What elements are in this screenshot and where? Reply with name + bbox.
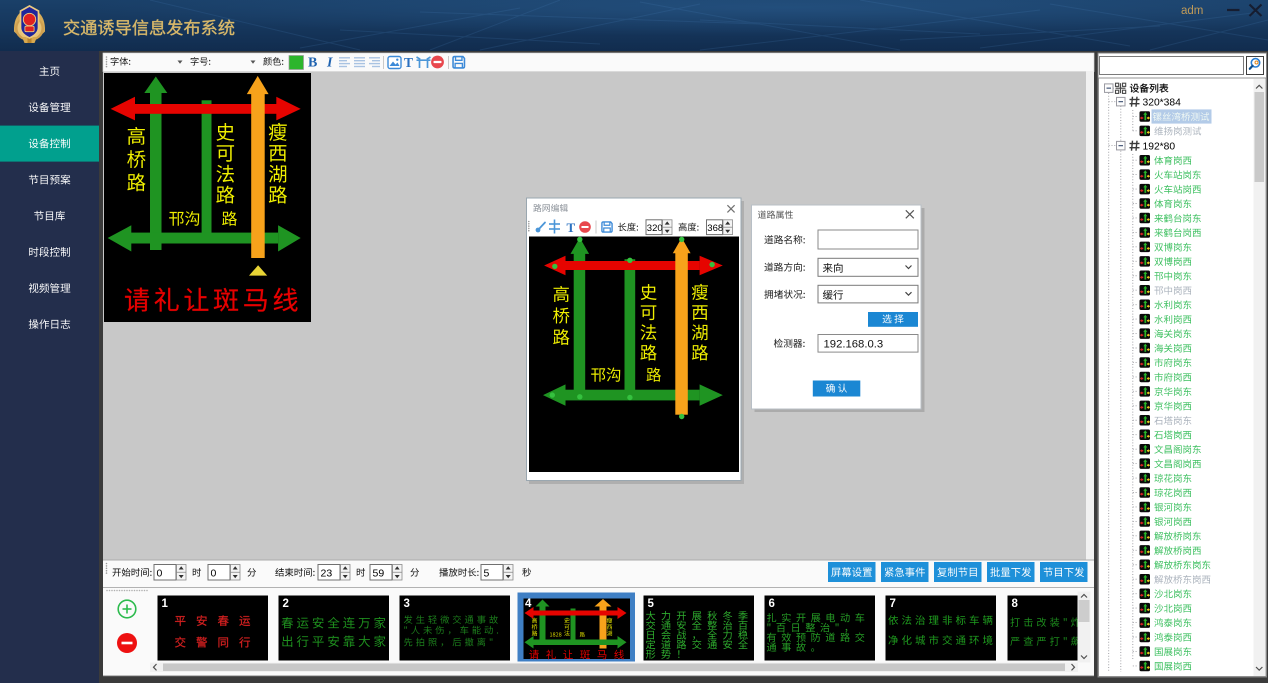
svg-text:T: T xyxy=(567,220,576,235)
svg-text:I: I xyxy=(326,56,333,71)
svg-text:3: 3 xyxy=(404,598,410,610)
svg-text:2: 2 xyxy=(283,598,289,610)
svg-text:5: 5 xyxy=(648,598,655,610)
svg-text:368: 368 xyxy=(707,223,723,234)
svg-text:59: 59 xyxy=(373,567,385,579)
svg-text:320*384: 320*384 xyxy=(1143,97,1182,108)
svg-text:0: 0 xyxy=(211,567,217,579)
svg-text:192.168.0.3: 192.168.0.3 xyxy=(824,339,884,351)
svg-text:5: 5 xyxy=(484,567,490,579)
svg-text:8: 8 xyxy=(1012,598,1019,610)
svg-text:B: B xyxy=(308,56,317,71)
svg-text:0: 0 xyxy=(157,567,163,579)
svg-text:6: 6 xyxy=(769,598,775,610)
svg-text:4: 4 xyxy=(525,598,532,610)
svg-text:23: 23 xyxy=(321,567,333,579)
svg-text:1: 1 xyxy=(162,598,169,610)
svg-text:320: 320 xyxy=(647,223,663,234)
svg-text:T: T xyxy=(404,55,413,70)
svg-text:7: 7 xyxy=(890,598,896,610)
svg-text:192*80: 192*80 xyxy=(1143,141,1176,152)
svg-text:adm: adm xyxy=(1181,5,1203,17)
